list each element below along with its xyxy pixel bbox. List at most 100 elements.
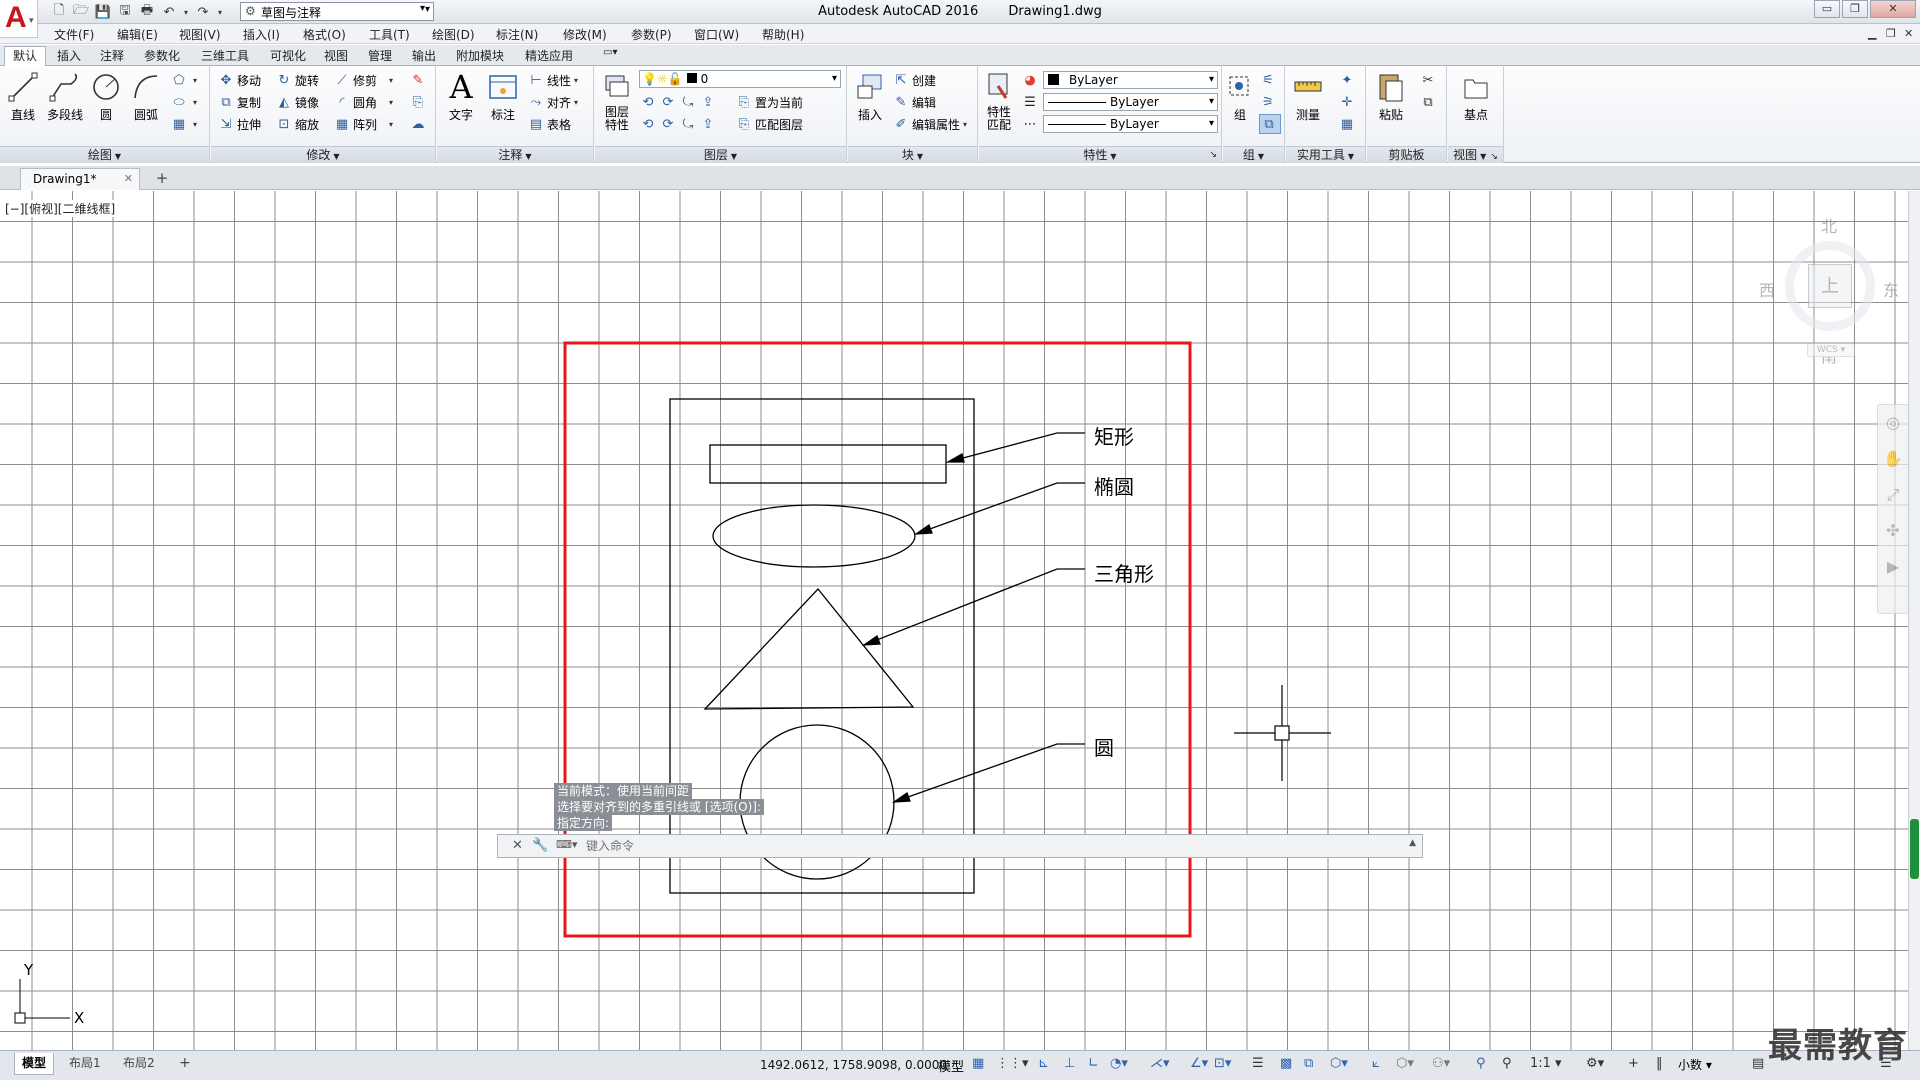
annotation-monitor-icon[interactable]: + — [1628, 1056, 1639, 1071]
compass-east[interactable]: 东 — [1883, 277, 1899, 301]
auto-scale-icon[interactable]: ⚲ — [1502, 1056, 1512, 1071]
undo-icon[interactable]: ↶ — [158, 3, 180, 21]
infer-constraints-icon[interactable]: ⊾ — [1038, 1056, 1049, 1071]
menu-parametric[interactable]: 参数(P) — [631, 26, 672, 43]
group-edit-button[interactable]: ⚞ — [1259, 92, 1279, 112]
minimize-button[interactable]: ▭ — [1814, 0, 1840, 18]
gizmo-icon[interactable]: ⚇▾ — [1432, 1056, 1450, 1071]
layer-properties-button[interactable]: 图层 特性 — [597, 70, 637, 132]
vertical-scrollbar[interactable] — [1908, 191, 1920, 1050]
hatch-button[interactable]: ▦ ▾ — [170, 114, 197, 134]
layer-lock-icon[interactable]: ⇪ — [699, 95, 717, 110]
rectangle-shape[interactable] — [709, 444, 947, 484]
arc-button[interactable]: 圆弧 — [126, 70, 166, 123]
viewcube-top-face[interactable]: 上 — [1808, 264, 1852, 308]
leader-circle[interactable] — [893, 743, 1085, 803]
layer-on-icon[interactable]: ⟲ — [639, 117, 657, 132]
model-space-toggle[interactable]: 模型 — [938, 1056, 964, 1075]
3d-osnap-icon[interactable]: ⬡▾ — [1330, 1056, 1348, 1071]
lineweight-dropdown[interactable]: ByLayer ▾ — [1043, 115, 1218, 133]
chevron-up-icon[interactable]: ▲ — [1409, 838, 1416, 848]
wrench-icon[interactable]: 🔧 — [532, 838, 548, 853]
coordinate-readout[interactable]: 1492.0612, 1758.9098, 0.0000 — [760, 1058, 947, 1072]
panel-block-title[interactable]: 块 ▼ — [848, 146, 977, 163]
panel-view-title[interactable]: 视图 ▼ ↘ — [1448, 146, 1503, 163]
id-point-button[interactable]: ✛ — [1338, 92, 1358, 112]
redo-dropdown-icon[interactable]: ▾ — [214, 3, 226, 21]
dynamic-input-icon[interactable]: ⊥ — [1064, 1056, 1075, 1071]
selection-cycling-icon[interactable]: ⧉ — [1304, 1056, 1313, 1071]
group-button[interactable]: 组 — [1225, 70, 1255, 123]
layer-unlock-icon[interactable]: ⇪ — [699, 117, 717, 132]
erase-button[interactable]: ✎ — [409, 70, 429, 90]
label-rectangle[interactable]: 矩形 — [1094, 421, 1134, 450]
ungroup-button[interactable]: ⚟ — [1259, 70, 1279, 90]
edit-attributes-button[interactable]: ✐ 编辑属性 ▾ — [892, 114, 967, 134]
steering-wheel-icon[interactable]: ◎ — [1878, 405, 1908, 441]
move-button[interactable]: ✥ 移动 — [217, 70, 261, 90]
label-triangle[interactable]: 三角形 — [1094, 558, 1154, 587]
layer-off-icon[interactable]: ⟲ — [639, 95, 657, 110]
triangle-shape[interactable] — [703, 588, 915, 710]
panel-layers-title[interactable]: 图层 ▼ — [595, 146, 846, 163]
selection-filter-icon[interactable]: ⬡▾ — [1396, 1056, 1414, 1071]
restore-button[interactable]: ❐ — [1842, 0, 1868, 18]
scale-button[interactable]: ⊡ 缩放 — [275, 114, 319, 134]
save-as-icon[interactable]: 🖫 — [114, 3, 136, 21]
copy-clip-button[interactable]: ⧉ — [1419, 92, 1439, 112]
tab-insert[interactable]: 插入 — [53, 47, 85, 64]
transparency-icon[interactable]: ▩ — [1280, 1056, 1292, 1071]
new-tab-button[interactable]: + — [150, 169, 174, 188]
ellipse-shape[interactable] — [712, 504, 916, 568]
trim-button[interactable]: ⟋ 修剪 ▾ — [333, 70, 393, 90]
undo-dropdown-icon[interactable]: ▾ — [180, 3, 192, 21]
menu-draw[interactable]: 绘图(D) — [432, 26, 475, 43]
polar-tracking-icon[interactable]: ◔▾ — [1110, 1056, 1128, 1071]
text-button[interactable]: A 文字 — [441, 68, 481, 123]
dialog-launcher-icon[interactable]: ↘ — [1209, 147, 1217, 163]
label-ellipse[interactable]: 椭圆 — [1094, 471, 1134, 500]
object-snap-tracking-icon[interactable]: ∠▾ — [1190, 1056, 1208, 1071]
calculator-button[interactable]: ▦ — [1338, 114, 1358, 134]
explode-button[interactable]: ⎘ — [409, 92, 429, 112]
linetype-button[interactable]: ⋯ — [1021, 114, 1041, 134]
offset-button[interactable]: ☁ — [409, 114, 429, 134]
lineweight-button[interactable]: ☰ — [1021, 92, 1041, 112]
stretch-button[interactable]: ⇲ 拉伸 — [217, 114, 261, 134]
pan-hand-icon[interactable]: ✋ — [1878, 441, 1908, 477]
panel-annotation-title[interactable]: 注释 ▼ — [437, 146, 593, 163]
menu-modify[interactable]: 修改(M) — [563, 26, 607, 43]
polygon-button[interactable]: ⬠ ▾ — [170, 70, 197, 90]
close-icon[interactable]: ✕ — [512, 838, 523, 853]
tab-output[interactable]: 输出 — [408, 47, 440, 64]
add-layout-button[interactable]: + — [172, 1053, 198, 1075]
line-button[interactable]: 直线 — [3, 70, 43, 123]
edit-block-button[interactable]: ✎ 编辑 — [892, 92, 936, 112]
annotation-scale[interactable]: 1:1 ▾ — [1530, 1056, 1562, 1071]
menu-format[interactable]: 格式(O) — [303, 26, 346, 43]
layer-isolate-icon[interactable]: ⟳ — [659, 95, 677, 110]
leader-rect[interactable] — [947, 432, 1085, 463]
tab-addins[interactable]: 附加模块 — [452, 47, 508, 64]
layout-tab-model[interactable]: 模型 — [14, 1053, 55, 1075]
panel-utilities-title[interactable]: 实用工具 ▼ — [1286, 146, 1365, 163]
mirror-button[interactable]: ◭ 镜像 — [275, 92, 319, 112]
array-button[interactable]: ▦ 阵列 ▾ — [333, 114, 393, 134]
orbit-icon[interactable]: ✣ — [1878, 513, 1908, 549]
dimension-button[interactable]: 标注 — [483, 70, 523, 123]
insert-block-button[interactable]: 插入 — [850, 70, 890, 123]
ribbon-minimize-icon[interactable]: ▭▾ — [599, 47, 621, 58]
aligned-leader-button[interactable]: ⤳ 对齐 ▾ — [527, 92, 578, 112]
units-dropdown[interactable]: 小数 ▾ — [1678, 1056, 1712, 1073]
print-icon[interactable]: 🖶 — [136, 3, 158, 21]
drawing-canvas[interactable]: [−][俯视][二维线框] 矩形 椭圆 三角形 圆 上 北 西 东 WCS ▾ … — [0, 191, 1920, 1050]
customize-qat-icon[interactable]: ▾ — [420, 3, 425, 14]
group-selection-toggle[interactable]: ⧉ — [1259, 114, 1281, 134]
quick-properties-icon[interactable]: ▤ — [1752, 1056, 1764, 1071]
layer-unisolate-icon[interactable]: ⟳ — [659, 117, 677, 132]
open-file-icon[interactable]: 🗁 — [70, 3, 92, 21]
tab-featured-apps[interactable]: 精选应用 — [521, 47, 577, 64]
menu-dimension[interactable]: 标注(N) — [496, 26, 538, 43]
set-current-button[interactable]: ⎘ 置为当前 — [735, 92, 803, 112]
match-layer-button[interactable]: ⎘ 匹配图层 — [735, 114, 803, 134]
